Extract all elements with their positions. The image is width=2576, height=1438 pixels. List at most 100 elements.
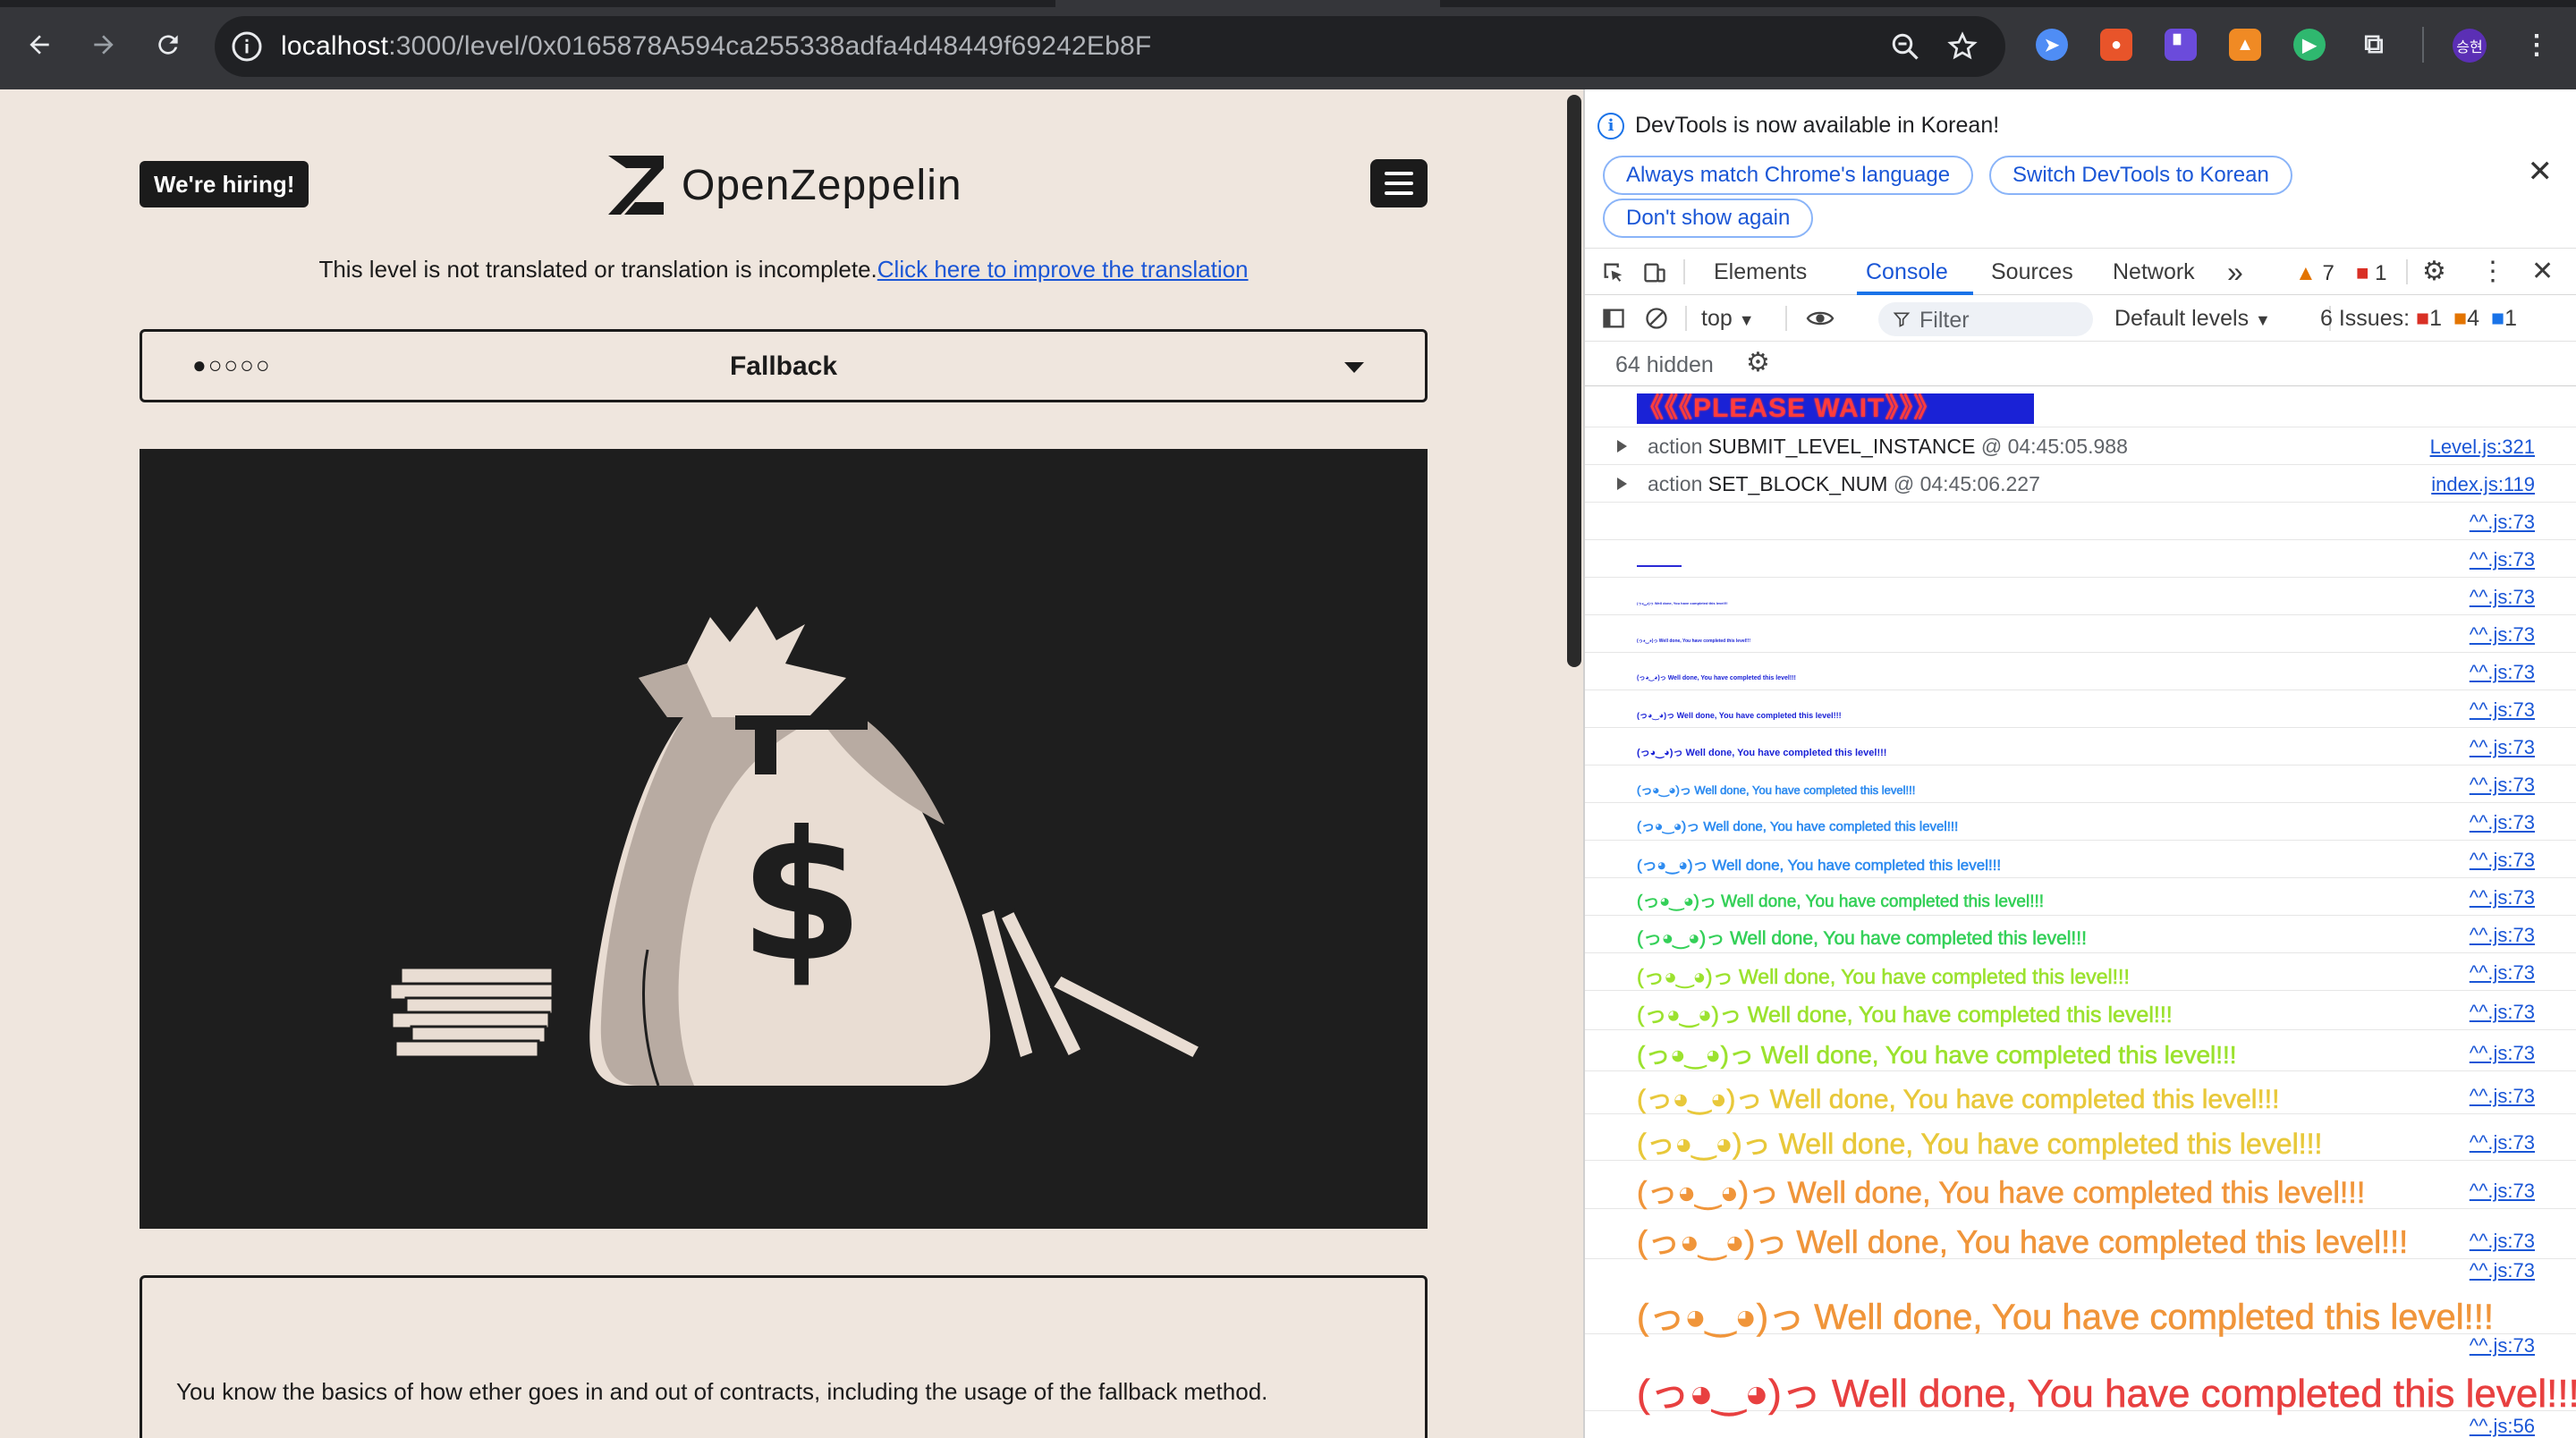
translation-notice: This level is not translated or translat…: [0, 256, 1567, 283]
reload-button[interactable]: [143, 20, 193, 70]
console-row: ^^.js:56: [1585, 1411, 2576, 1438]
site-info-icon[interactable]: [231, 30, 263, 63]
tab-divider: [1683, 259, 1685, 284]
source-link[interactable]: ^^.js:73: [2470, 1085, 2535, 1108]
source-link[interactable]: ^^.js:73: [2470, 1180, 2535, 1203]
source-link[interactable]: ^^.js:73: [2470, 849, 2535, 872]
context-selector[interactable]: top ▼: [1701, 306, 1755, 332]
expand-triangle-icon[interactable]: [1617, 440, 1627, 453]
tab-console[interactable]: Console: [1866, 249, 1948, 295]
console-row: (っ◕‿◕)っ Well done, You have completed th…: [1585, 991, 2576, 1030]
kebab-menu-icon[interactable]: ⋮: [2521, 29, 2553, 61]
play-icon[interactable]: ▶: [2293, 29, 2326, 61]
source-link[interactable]: ^^.js:73: [2470, 961, 2535, 985]
error-count[interactable]: ■ 1: [2356, 261, 2387, 286]
source-link[interactable]: Level.js:321: [2430, 436, 2535, 459]
source-link[interactable]: ^^.js:73: [2470, 661, 2535, 684]
address-bar[interactable]: localhost:3000/level/0x0165878A594ca2553…: [215, 16, 2005, 77]
source-link[interactable]: ^^.js:73: [2470, 774, 2535, 797]
source-link[interactable]: ^^.js:73: [2470, 1259, 2535, 1282]
zoom-icon[interactable]: [1889, 30, 1921, 63]
devtools-resize-handle[interactable]: [1567, 95, 1581, 667]
tab-network[interactable]: Network: [2113, 249, 2195, 295]
well-done-message: (っ◕‿◕)っ Well done, You have completed th…: [1637, 1298, 2495, 1338]
match-language-button[interactable]: Always match Chrome's language: [1603, 156, 1974, 195]
improve-translation-link[interactable]: Click here to improve the translation: [877, 256, 1249, 283]
source-link[interactable]: ^^.js:73: [2470, 1334, 2535, 1358]
profile-avatar[interactable]: 승현: [2453, 29, 2487, 63]
console-row: (っ◕‿◕)っ Well done, You have completed th…: [1585, 1209, 2576, 1260]
forward-button[interactable]: [79, 20, 129, 70]
warning-count-value: 7: [2322, 261, 2334, 285]
close-devtools-icon[interactable]: ✕: [2531, 249, 2554, 295]
tab-elements[interactable]: Elements: [1714, 249, 1807, 295]
level-selector[interactable]: ●○○○○ Fallback: [140, 329, 1428, 402]
issues-text: 6 Issues:: [2320, 306, 2411, 331]
source-link[interactable]: ^^.js:73: [2470, 1042, 2535, 1065]
source-link[interactable]: ^^.js:56: [2470, 1415, 2535, 1438]
issue-warning-icon: ■: [2453, 306, 2468, 331]
inspect-element-icon[interactable]: [1601, 260, 1626, 285]
clear-console-icon[interactable]: [1644, 306, 1669, 331]
well-done-message: (っ◕‿◕)っ Well done, You have completed th…: [1637, 675, 1796, 681]
source-link[interactable]: ^^.js:73: [2470, 1001, 2535, 1024]
console-row[interactable]: action SUBMIT_LEVEL_INSTANCE @ 04:45:05.…: [1585, 427, 2576, 465]
url-text[interactable]: localhost:3000/level/0x0165878A594ca2553…: [281, 16, 1151, 77]
console-row: (っ◕‿◕)っ Well done, You have completed th…: [1585, 615, 2576, 653]
puzzle-icon[interactable]: ⧉: [2358, 29, 2390, 61]
back-button[interactable]: [14, 20, 64, 70]
issues-counter[interactable]: 6 Issues: ■1 ■4 ■1: [2320, 306, 2517, 332]
dont-show-again-button[interactable]: Don't show again: [1603, 199, 1814, 238]
source-link[interactable]: ^^.js:73: [2470, 811, 2535, 834]
console-row: (っ◕‿◕)っ Well done, You have completed th…: [1585, 653, 2576, 690]
close-icon[interactable]: ✕: [2528, 154, 2554, 190]
source-link[interactable]: ^^.js:73: [2470, 886, 2535, 909]
source-link[interactable]: ^^.js:73: [2470, 623, 2535, 647]
console-row[interactable]: action SET_BLOCK_NUM @ 04:45:06.227 inde…: [1585, 465, 2576, 503]
sidebar-toggle-icon[interactable]: [1601, 306, 1626, 331]
console-row: (っ◕‿◕)っ Well done, You have completed th…: [1585, 766, 2576, 803]
tab-strip-edge: [0, 0, 1055, 7]
well-done-message: (っ◕‿◕)っ Well done, You have completed th…: [1637, 819, 1959, 835]
openzeppelin-logo[interactable]: OpenZeppelin: [608, 154, 962, 216]
pin-icon[interactable]: ●: [2100, 29, 2132, 61]
ethernaut-page: We're hiring! OpenZeppelin This level is…: [0, 89, 1583, 1438]
settings-gear-icon[interactable]: ⚙: [2422, 249, 2446, 295]
hamburger-menu-button[interactable]: [1370, 159, 1428, 207]
hiring-badge[interactable]: We're hiring!: [140, 161, 309, 207]
source-link[interactable]: ^^.js:73: [2470, 586, 2535, 609]
warning-count[interactable]: ▲ 7: [2295, 261, 2334, 286]
source-link[interactable]: ^^.js:73: [2470, 1230, 2535, 1253]
devtools-kebab-icon[interactable]: ⋮: [2479, 249, 2506, 295]
more-tabs-icon[interactable]: »: [2227, 249, 2243, 295]
source-link[interactable]: index.js:119: [2431, 473, 2535, 496]
source-link[interactable]: ^^.js:73: [2470, 698, 2535, 722]
action-entry: action SUBMIT_LEVEL_INSTANCE @ 04:45:05.…: [1648, 435, 2128, 458]
console-row: (っ◕‿◕)っ Well done, You have completed th…: [1585, 803, 2576, 841]
console-row: (っ◕‿◕)っ Well done, You have completed th…: [1585, 578, 2576, 615]
fox-icon[interactable]: ▲: [2229, 29, 2261, 61]
switch-korean-button[interactable]: Switch DevTools to Korean: [1989, 156, 2292, 195]
tab-sources[interactable]: Sources: [1991, 249, 2073, 295]
eye-icon[interactable]: [1805, 306, 1835, 331]
please-wait-banner: 《《《PLEASE WAIT》》》: [1637, 393, 2034, 424]
source-link[interactable]: ^^.js:73: [2470, 548, 2535, 571]
compass-icon[interactable]: ➤: [2036, 29, 2068, 61]
bookmark-star-icon[interactable]: [1946, 30, 1979, 63]
source-link[interactable]: ^^.js:73: [2470, 924, 2535, 947]
bracket-icon[interactable]: ▘: [2165, 29, 2197, 61]
console-settings-gear-icon[interactable]: ⚙: [1746, 347, 1770, 378]
device-toolbar-icon[interactable]: [1642, 260, 1667, 285]
default-levels-dropdown[interactable]: Default levels ▼: [2114, 306, 2271, 332]
well-done-message: (っ◕‿◕)っ Well done, You have completed th…: [1637, 1085, 2280, 1115]
source-link[interactable]: ^^.js:73: [2470, 736, 2535, 759]
well-done-message: (っ◕‿◕)っ Well done, You have completed th…: [1637, 601, 1728, 605]
levels-value: Default levels: [2114, 306, 2250, 331]
translation-note-text: This level is not translated or translat…: [318, 256, 877, 283]
expand-triangle-icon[interactable]: [1617, 478, 1627, 490]
filter-input[interactable]: Filter: [1878, 302, 2093, 336]
context-value: top: [1701, 306, 1733, 331]
source-link[interactable]: ^^.js:73: [2470, 1131, 2535, 1155]
source-link[interactable]: ^^.js:73: [2470, 511, 2535, 534]
well-done-message: (っ◕‿◕)っ Well done, You have completed th…: [1637, 1372, 2576, 1417]
